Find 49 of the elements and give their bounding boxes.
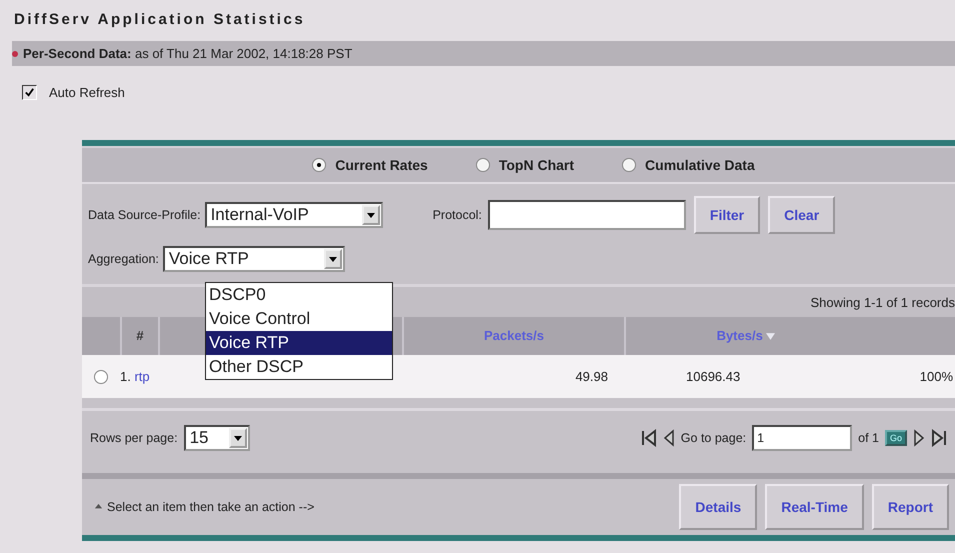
bullet-icon [12,50,18,56]
view-label: Cumulative Data [645,157,755,173]
next-page-icon[interactable] [913,429,925,447]
aggregation-select[interactable]: Voice RTP [162,246,345,272]
row-radio[interactable] [94,370,108,384]
auto-refresh-label: Auto Refresh [49,84,125,100]
table-cell-text: 49.98 [574,369,609,384]
view-radio[interactable] [622,158,636,172]
dropdown-arrow-icon[interactable] [328,256,337,262]
rows-per-page-select[interactable]: 15 [184,425,250,451]
dropdown-option[interactable]: Voice Control [206,307,392,331]
profile-label: Data Source-Profile: [88,208,201,222]
protocol-label: Protocol: [432,208,482,222]
view-radio[interactable] [476,158,490,172]
sort-icon [766,333,776,340]
dropdown-arrow-icon[interactable] [366,212,375,218]
table-cell: 1. [120,369,131,384]
table-cell-text: 10696.43 [685,369,742,384]
filter-button[interactable]: Clear [768,196,836,234]
action-button[interactable]: Report [872,484,949,530]
view-label: TopN Chart [498,157,574,173]
dropdown-option[interactable]: Other DSCP [206,355,392,379]
records-count: Showing 1-1 of 1 records [810,294,955,310]
filter-button[interactable]: Filter [694,196,760,234]
protocol-field[interactable] [488,200,686,230]
rows-per-page-label: Rows per page: [90,431,178,445]
aggregation-label: Aggregation: [88,252,159,266]
auto-refresh-checkbox[interactable] [22,84,37,100]
table-cell-text: 100% [918,369,954,384]
row-link[interactable]: rtp [134,369,150,384]
action-button[interactable]: Real-Time [765,484,864,530]
page-count: of 1 [858,431,879,445]
dropdown-arrow-icon[interactable] [234,436,242,440]
action-button[interactable]: Details [679,484,758,530]
page-field[interactable]: 1 [752,425,852,451]
last-page-icon[interactable] [931,429,947,447]
action-hint: Select an item then take an action --> [107,500,314,514]
data-timestamp: Per-Second Data: as of Thu 21 Mar 2002, 14:18:28 PST [23,46,352,61]
previous-page-icon[interactable] [662,429,675,447]
go-button[interactable]: Go [884,430,907,446]
page-title: DiffServ Application Statistics [13,10,306,30]
first-page-icon[interactable] [640,429,657,447]
profile-select[interactable]: Internal-VoIP [204,202,383,228]
go-to-page-label: Go to page: [680,431,746,445]
view-radio[interactable] [312,158,326,172]
up-arrow-icon [94,502,103,512]
view-label: Current Rates [335,157,428,173]
dropdown-option[interactable]: Voice RTP [206,331,392,355]
dropdown-option[interactable]: DSCP0 [206,283,392,307]
